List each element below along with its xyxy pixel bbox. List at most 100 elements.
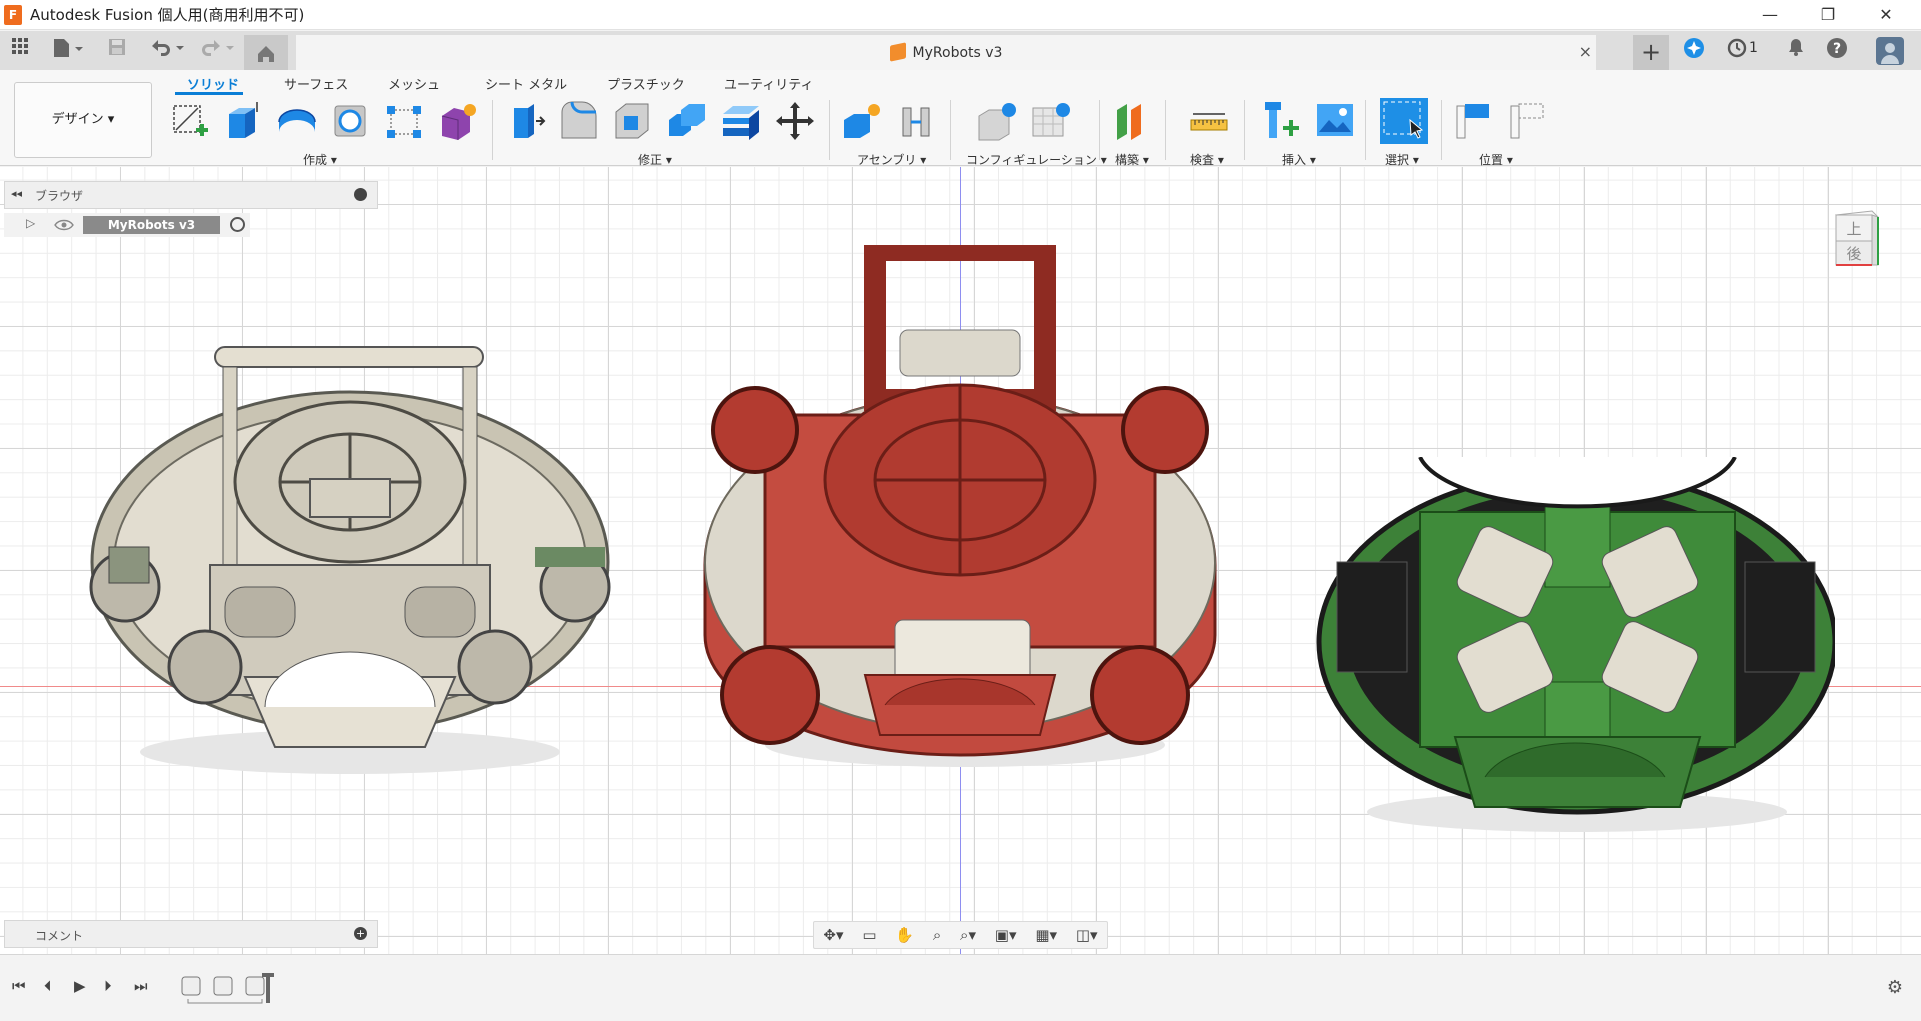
display-settings-icon[interactable]: ▣▾ (995, 926, 1017, 944)
comments-title: コメント (35, 929, 84, 943)
document-title: MyRobots v3 (912, 45, 1003, 61)
minimize-button[interactable]: — (1741, 0, 1799, 30)
redo-icon[interactable] (196, 37, 236, 63)
undo-icon[interactable] (146, 37, 186, 63)
revert-position-icon[interactable] (1509, 100, 1549, 142)
view-cube[interactable]: 上 後 (1830, 207, 1884, 273)
file-menu-icon[interactable] (48, 37, 88, 63)
shell-icon[interactable] (612, 100, 652, 142)
configure-table-icon[interactable] (977, 100, 1017, 142)
look-at-icon[interactable]: ▭ (862, 926, 876, 944)
user-avatar[interactable] (1875, 37, 1905, 65)
fit-icon[interactable]: ⌕▾ (960, 926, 976, 944)
tab-utilities[interactable]: ユーティリティ (724, 74, 813, 93)
construct-group-label[interactable]: 構築 ▾ (1115, 151, 1149, 168)
home-button[interactable] (244, 35, 288, 70)
viewports-icon[interactable]: ◫▾ (1076, 926, 1098, 944)
pattern-icon[interactable] (385, 100, 425, 142)
step-back-icon[interactable]: ⏴ (44, 977, 52, 995)
workspace-switcher[interactable]: デザイン ▾ (14, 82, 152, 158)
grid-icon[interactable] (7, 37, 33, 63)
restore-button[interactable]: ❐ (1799, 0, 1857, 30)
job-status-icon[interactable] (1724, 37, 1750, 63)
tab-sheet-metal[interactable]: シート メタル (485, 74, 567, 93)
orbit-icon[interactable]: ✥▾ (823, 926, 843, 944)
extrude-icon[interactable] (223, 100, 263, 142)
tab-solid[interactable]: ソリッド (187, 74, 239, 93)
tab-mesh[interactable]: メッシュ (388, 74, 440, 93)
ribbon-separator (1244, 100, 1245, 160)
timeline-settings-gear-icon[interactable]: ⚙ (1887, 977, 1903, 998)
robot-model-red[interactable] (700, 245, 1225, 785)
grid-snap-icon[interactable]: ▦▾ (1035, 926, 1057, 944)
pan-icon[interactable]: ✋ (895, 926, 914, 944)
combine-icon[interactable] (667, 100, 707, 142)
robot-model-gray[interactable] (85, 337, 615, 797)
move-copy-icon[interactable] (775, 100, 815, 142)
configure-rules-icon[interactable] (1031, 100, 1071, 142)
create-group-label[interactable]: 作成 ▾ (303, 151, 337, 168)
form-icon[interactable] (438, 100, 478, 142)
document-tab-title: MyRobots v3 (296, 42, 1596, 62)
viewcube-front-face-label: 後 (1846, 245, 1861, 263)
extension-icon[interactable] (1681, 37, 1707, 63)
split-body-icon[interactable] (721, 100, 761, 142)
robot-model-green[interactable] (1315, 457, 1835, 867)
help-icon[interactable]: ? (1824, 37, 1850, 63)
visibility-eye-icon[interactable] (54, 217, 74, 236)
new-tab-button[interactable]: + (1633, 35, 1669, 70)
assemble-group-label[interactable]: アセンブリ ▾ (857, 151, 926, 168)
notifications-icon[interactable] (1783, 37, 1809, 63)
browser-root-label[interactable]: MyRobots v3 (83, 216, 220, 234)
browser-panel: ◂◂ ブラウザ (4, 181, 378, 209)
step-forward-icon[interactable]: ⏵ (104, 977, 112, 995)
inspect-group-label[interactable]: 検査 ▾ (1190, 151, 1224, 168)
measure-icon[interactable] (1189, 100, 1229, 142)
insert-group-label[interactable]: 挿入 ▾ (1282, 151, 1316, 168)
close-tab-button[interactable]: × (1579, 42, 1592, 61)
insert-mcmaster-icon[interactable] (1263, 100, 1303, 142)
configure-group-label[interactable]: コンフィギュレーション ▾ (966, 151, 1107, 168)
add-comment-icon[interactable]: + (354, 927, 367, 940)
position-group-label[interactable]: 位置 ▾ (1479, 151, 1513, 168)
go-to-end-icon[interactable]: ⏭ (134, 977, 148, 995)
job-count: 1 (1749, 40, 1758, 56)
select-icon[interactable] (1380, 98, 1428, 144)
insert-canvas-icon[interactable] (1315, 100, 1355, 142)
ribbon-separator (1099, 100, 1100, 160)
revolve-icon[interactable] (277, 100, 317, 142)
ribbon-separator (829, 100, 830, 160)
joint-icon[interactable] (897, 100, 937, 142)
fillet-icon[interactable] (558, 100, 598, 142)
navigation-toolbar: ✥▾ ▭ ✋ ⌕ ⌕▾ ▣▾ ▦▾ ◫▾ (813, 921, 1108, 949)
offset-plane-icon[interactable] (1113, 100, 1153, 142)
activate-radio-icon[interactable] (230, 217, 245, 232)
title-bar: F Autodesk Fusion 個人用(商用利用不可) — ❐ ✕ (0, 0, 1921, 30)
play-icon[interactable]: ▶ (74, 977, 86, 995)
quick-access-bar: MyRobots v3 × + 1 ? (0, 31, 1921, 70)
expand-chevron-icon[interactable]: ▷ (26, 216, 35, 230)
hole-icon[interactable] (331, 100, 371, 142)
timeline-feature-icons[interactable] (180, 973, 280, 1011)
3d-viewport[interactable]: ◂◂ ブラウザ ▷ MyRobots v3 上 後 コメント + ✥▾ ▭ ✋ … (0, 167, 1921, 954)
collapse-browser-icon[interactable]: ◂◂ (11, 187, 22, 200)
browser-minimize-icon[interactable] (354, 188, 367, 201)
tab-surface[interactable]: サーフェス (284, 74, 348, 93)
select-group-label[interactable]: 選択 ▾ (1385, 151, 1419, 168)
timeline-bar: ⏮ ⏴ ▶ ⏵ ⏭ ⚙ (0, 954, 1921, 1021)
tab-plastic[interactable]: プラスチック (607, 74, 685, 93)
new-component-icon[interactable] (842, 100, 882, 142)
active-tab-indicator (175, 92, 243, 95)
capture-position-icon[interactable] (1455, 100, 1495, 142)
save-icon[interactable] (104, 37, 130, 63)
window-title: Autodesk Fusion 個人用(商用利用不可) (30, 6, 305, 24)
modify-group-label[interactable]: 修正 ▾ (638, 151, 672, 168)
go-to-start-icon[interactable]: ⏮ (12, 977, 26, 995)
press-pull-icon[interactable] (506, 100, 546, 142)
browser-root-node[interactable]: ▷ MyRobots v3 (4, 213, 250, 237)
close-window-button[interactable]: ✕ (1857, 0, 1915, 30)
create-sketch-icon[interactable] (170, 100, 210, 142)
zoom-icon[interactable]: ⌕ (933, 926, 941, 944)
document-tab[interactable]: MyRobots v3 × (296, 35, 1596, 70)
comments-panel: コメント + (4, 920, 378, 948)
